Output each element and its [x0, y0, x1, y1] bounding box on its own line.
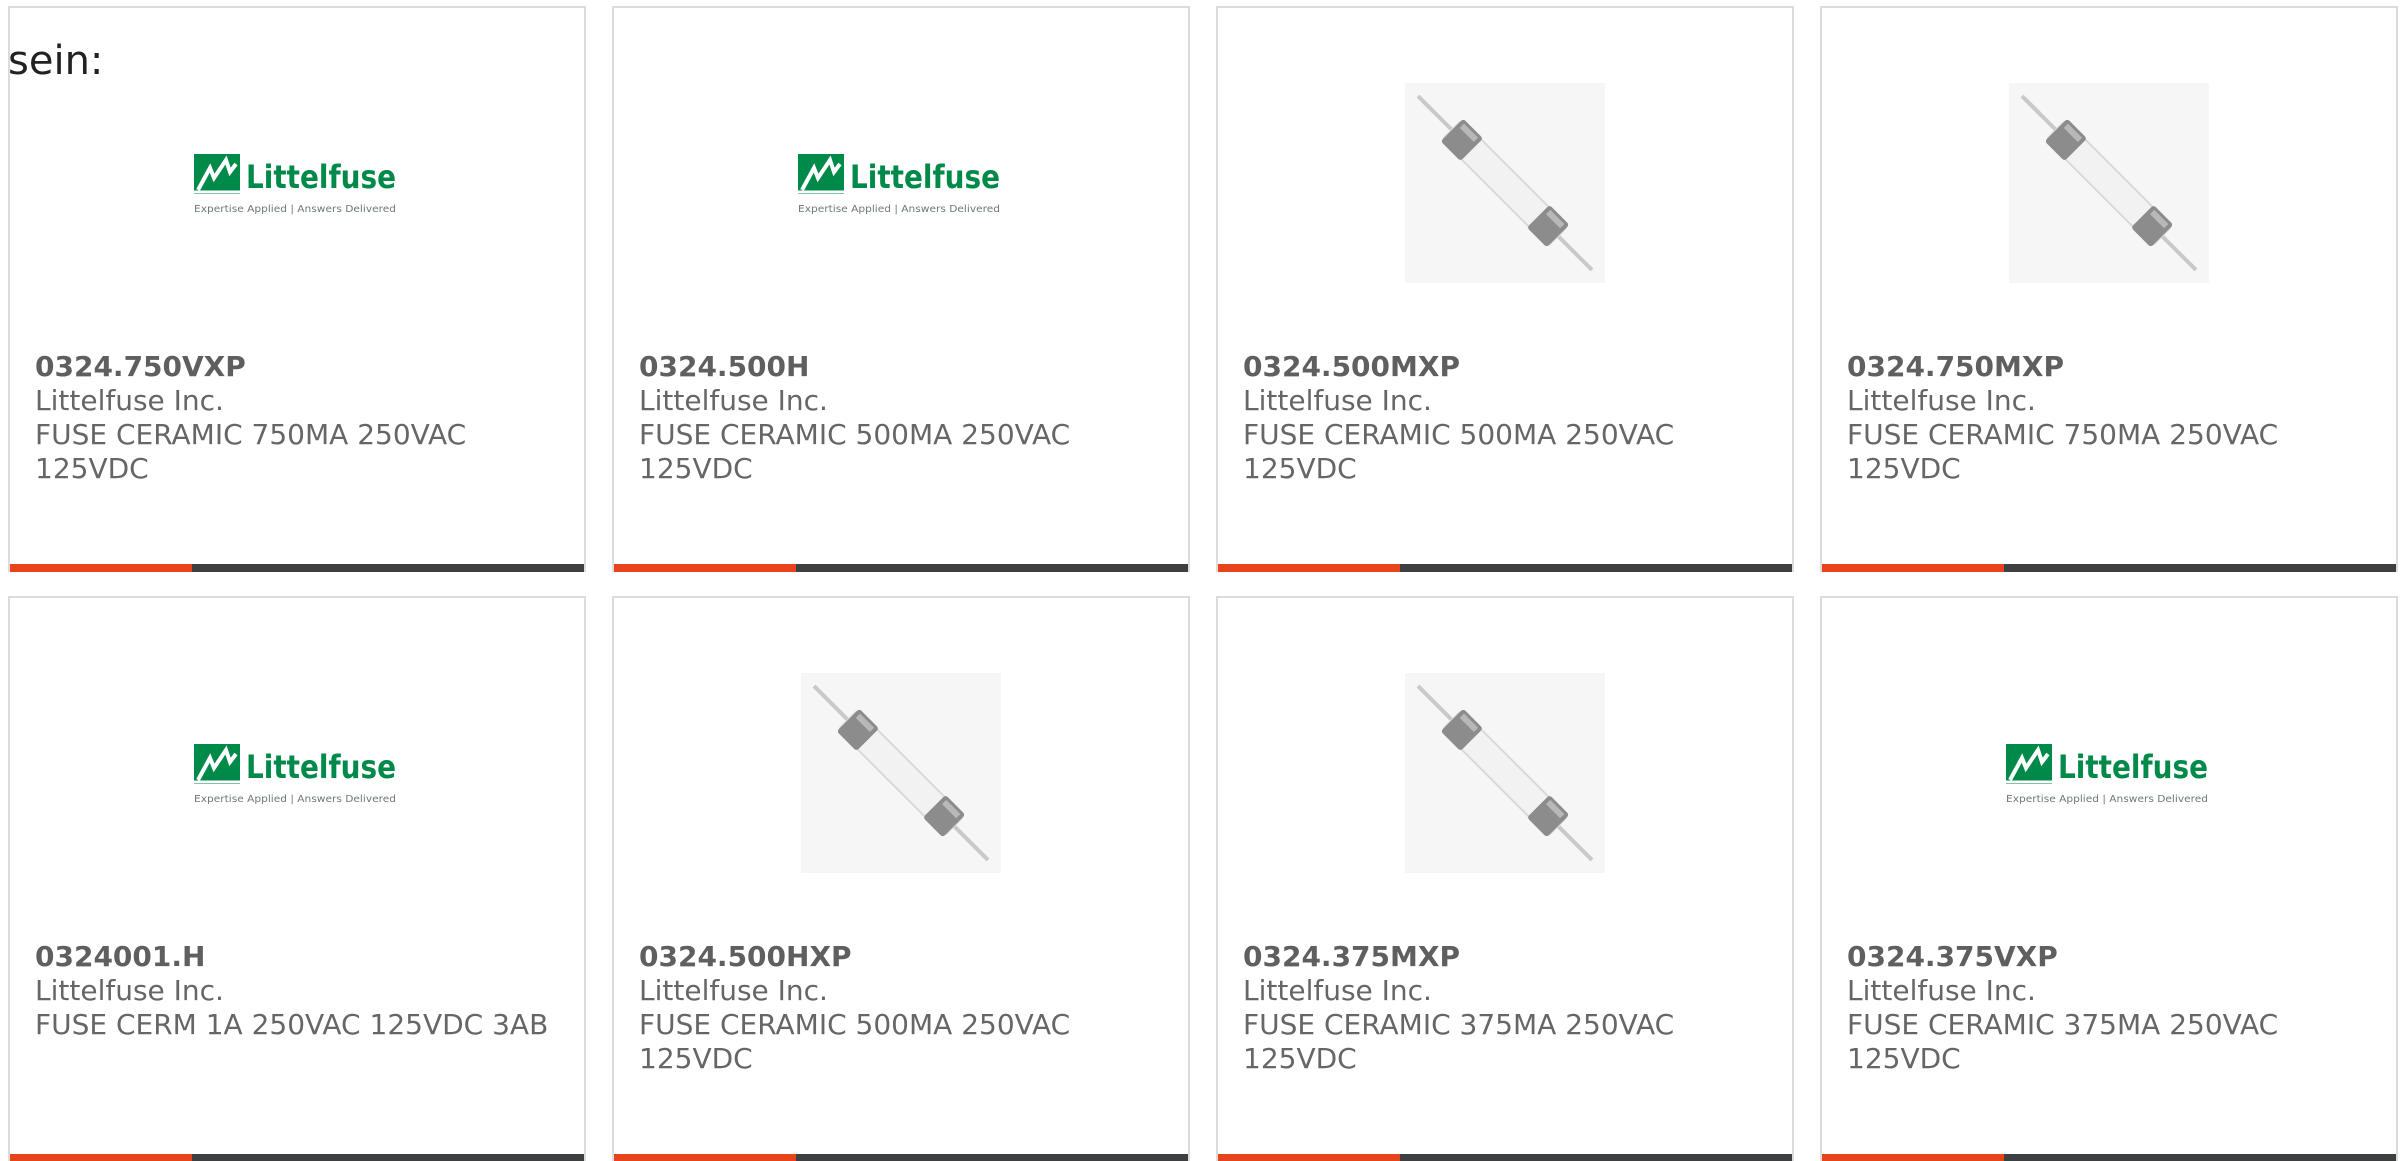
product-image[interactable]: Littelfuse Expertise Applied | Answers D…	[10, 658, 584, 888]
product-card[interactable]: Littelfuse Expertise Applied | Answers D…	[8, 596, 586, 1161]
product-image[interactable]: Littelfuse Expertise Applied | Answers D…	[10, 68, 584, 298]
card-accent-bar	[1822, 564, 2396, 572]
svg-text:Expertise Applied | Answers De: Expertise Applied | Answers Delivered	[2006, 794, 2208, 805]
product-manufacturer: Littelfuse Inc.	[1847, 974, 2036, 1007]
product-image[interactable]: Littelfuse Expertise Applied | Answers D…	[1822, 658, 2396, 888]
fuse-icon	[1405, 673, 1605, 873]
product-manufacturer: Littelfuse Inc.	[1243, 384, 1432, 417]
fuse-icon	[1405, 83, 1605, 283]
product-manufacturer: Littelfuse Inc.	[1847, 384, 2036, 417]
card-accent-bar	[1218, 564, 1792, 572]
littelfuse-logo: Littelfuse Expertise Applied | Answers D…	[2006, 744, 2208, 805]
card-accent-bar	[10, 564, 584, 572]
product-card[interactable]: 0324.500MXP Littelfuse Inc. FUSE CERAMIC…	[1216, 6, 1794, 572]
fuse-icon	[2009, 83, 2209, 283]
product-image[interactable]	[1218, 68, 1792, 298]
product-part-number[interactable]: 0324.375VXP	[1847, 940, 2376, 974]
svg-text:Littelfuse: Littelfuse	[850, 158, 1000, 196]
product-image[interactable]	[1218, 658, 1792, 888]
product-card[interactable]: 0324.750MXP Littelfuse Inc. FUSE CERAMIC…	[1820, 6, 2398, 572]
product-description: FUSE CERAMIC 750MA 250VAC 125VDC	[35, 418, 467, 485]
product-part-number[interactable]: 0324.500H	[639, 350, 1168, 384]
product-part-number[interactable]: 0324.500HXP	[639, 940, 1168, 974]
product-manufacturer: Littelfuse Inc.	[639, 384, 828, 417]
product-manufacturer: Littelfuse Inc.	[1243, 974, 1432, 1007]
product-part-number[interactable]: 0324.750MXP	[1847, 350, 2376, 384]
littelfuse-logo: Littelfuse Expertise Applied | Answers D…	[194, 744, 396, 805]
product-grid-page: sein: Littelfuse Expertise Applied | Ans…	[0, 0, 2400, 1161]
card-accent-bar	[614, 1154, 1188, 1161]
svg-text:Expertise Applied | Answers De: Expertise Applied | Answers Delivered	[194, 794, 396, 805]
product-card[interactable]: Littelfuse Expertise Applied | Answers D…	[612, 6, 1190, 572]
product-description: FUSE CERAMIC 500MA 250VAC 125VDC	[639, 1008, 1071, 1075]
product-manufacturer: Littelfuse Inc.	[639, 974, 828, 1007]
card-accent-bar	[10, 1154, 584, 1161]
product-description: FUSE CERAMIC 375MA 250VAC 125VDC	[1243, 1008, 1675, 1075]
product-card[interactable]: Littelfuse Expertise Applied | Answers D…	[1820, 596, 2398, 1161]
card-accent-bar	[1218, 1154, 1792, 1161]
littelfuse-logo: Littelfuse Expertise Applied | Answers D…	[798, 154, 1000, 215]
product-image[interactable]: Littelfuse Expertise Applied | Answers D…	[614, 68, 1188, 298]
product-part-number[interactable]: 0324001.H	[35, 940, 564, 974]
svg-text:Littelfuse: Littelfuse	[246, 158, 396, 196]
svg-text:Littelfuse: Littelfuse	[2058, 748, 2208, 786]
product-image[interactable]	[1822, 68, 2396, 298]
product-description: FUSE CERAMIC 375MA 250VAC 125VDC	[1847, 1008, 2279, 1075]
product-part-number[interactable]: 0324.750VXP	[35, 350, 564, 384]
product-description: FUSE CERM 1A 250VAC 125VDC 3AB	[35, 1008, 549, 1041]
product-description: FUSE CERAMIC 500MA 250VAC 125VDC	[1243, 418, 1675, 485]
product-part-number[interactable]: 0324.375MXP	[1243, 940, 1772, 974]
intro-text: sein:	[8, 38, 104, 84]
svg-text:Expertise Applied | Answers De: Expertise Applied | Answers Delivered	[798, 204, 1000, 215]
fuse-icon	[801, 673, 1001, 873]
svg-text:Expertise Applied | Answers De: Expertise Applied | Answers Delivered	[194, 204, 396, 215]
product-card[interactable]: 0324.500HXP Littelfuse Inc. FUSE CERAMIC…	[612, 596, 1190, 1161]
card-accent-bar	[1822, 1154, 2396, 1161]
product-card[interactable]: 0324.375MXP Littelfuse Inc. FUSE CERAMIC…	[1216, 596, 1794, 1161]
card-accent-bar	[614, 564, 1188, 572]
littelfuse-logo: Littelfuse Expertise Applied | Answers D…	[194, 154, 396, 215]
product-part-number[interactable]: 0324.500MXP	[1243, 350, 1772, 384]
product-image[interactable]	[614, 658, 1188, 888]
product-description: FUSE CERAMIC 500MA 250VAC 125VDC	[639, 418, 1071, 485]
product-manufacturer: Littelfuse Inc.	[35, 974, 224, 1007]
product-card[interactable]: Littelfuse Expertise Applied | Answers D…	[8, 6, 586, 572]
product-description: FUSE CERAMIC 750MA 250VAC 125VDC	[1847, 418, 2279, 485]
svg-text:Littelfuse: Littelfuse	[246, 748, 396, 786]
product-manufacturer: Littelfuse Inc.	[35, 384, 224, 417]
